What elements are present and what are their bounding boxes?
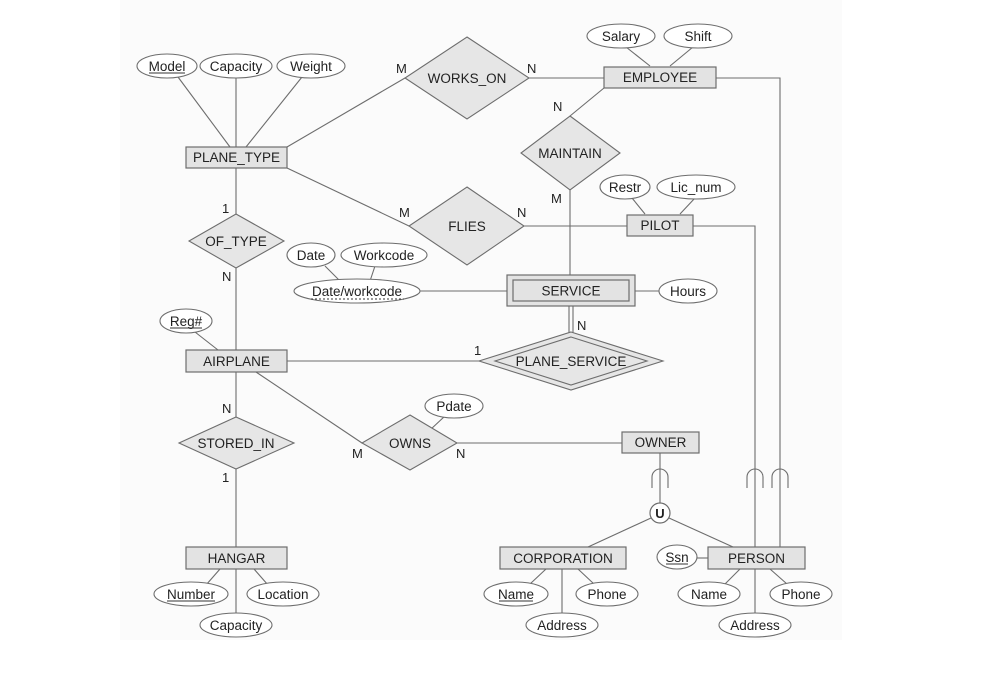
cardinality-label: N <box>222 401 231 416</box>
attribute-label: Reg# <box>170 314 203 329</box>
cardinality-label: N <box>517 205 526 220</box>
entity-label: SERVICE <box>541 284 600 299</box>
cardinality-label: M <box>352 446 363 461</box>
attribute-person-phone[interactable]: Phone <box>769 581 833 607</box>
entity-employee[interactable]: EMPLOYEE <box>603 66 717 89</box>
entity-person[interactable]: PERSON <box>707 546 806 570</box>
entity-label: PERSON <box>728 551 785 566</box>
entity-label: EMPLOYEE <box>623 70 697 85</box>
entity-airplane[interactable]: AIRPLANE <box>185 349 288 373</box>
cardinality-label: N <box>577 318 586 333</box>
attribute-hours[interactable]: Hours <box>658 278 718 304</box>
attribute-capacity[interactable]: Capacity <box>199 53 273 79</box>
attribute-lic-num[interactable]: Lic_num <box>656 174 736 200</box>
attribute-pdate[interactable]: Pdate <box>424 393 484 419</box>
attribute-restr[interactable]: Restr <box>599 174 651 200</box>
attribute-label: Phone <box>781 587 820 602</box>
entity-plane-type[interactable]: PLANE_TYPE <box>185 146 288 169</box>
attribute-label: Address <box>730 618 780 633</box>
attribute-model-key[interactable]: Model <box>136 53 198 79</box>
attribute-label: Date <box>297 248 326 263</box>
attribute-corporation-name-key[interactable]: Name <box>483 581 549 607</box>
cardinality-label: M <box>396 61 407 76</box>
attribute-corporation-address[interactable]: Address <box>525 612 599 638</box>
entity-pilot[interactable]: PILOT <box>626 214 694 237</box>
attribute-reg-key[interactable]: Reg# <box>159 308 213 334</box>
attribute-label: Capacity <box>210 618 263 633</box>
attribute-label: Pdate <box>436 399 471 414</box>
cardinality-label: M <box>551 191 562 206</box>
attribute-date[interactable]: Date <box>286 242 336 268</box>
cardinality-label: N <box>553 99 562 114</box>
attribute-label: Weight <box>290 59 332 74</box>
attribute-ssn-key[interactable]: Ssn <box>656 544 698 570</box>
attribute-label: Phone <box>587 587 626 602</box>
entity-corporation[interactable]: CORPORATION <box>499 546 627 570</box>
attribute-location[interactable]: Location <box>246 581 320 607</box>
attribute-person-name[interactable]: Name <box>677 581 741 607</box>
attribute-number-key[interactable]: Number <box>153 581 229 607</box>
attribute-label: Lic_num <box>670 180 721 195</box>
cardinality-label: 1 <box>222 201 229 216</box>
attribute-label: Address <box>537 618 587 633</box>
attribute-shift[interactable]: Shift <box>663 23 733 49</box>
attribute-label: Restr <box>609 180 642 195</box>
attribute-label: Model <box>149 59 186 74</box>
attribute-label: Date/workcode <box>312 284 402 299</box>
attribute-person-address[interactable]: Address <box>718 612 792 638</box>
attribute-label: Shift <box>684 29 711 44</box>
attribute-label: Number <box>167 587 216 602</box>
entity-label: OWNER <box>635 435 687 450</box>
cardinality-label: 1 <box>474 343 481 358</box>
attribute-hangar-capacity[interactable]: Capacity <box>199 612 273 638</box>
entity-service-weak[interactable]: SERVICE <box>506 274 636 307</box>
union-category-node[interactable]: U <box>649 502 671 524</box>
cardinality-label: 1 <box>222 470 229 485</box>
cardinality-label: N <box>527 61 536 76</box>
attribute-label: Name <box>691 587 727 602</box>
attribute-salary[interactable]: Salary <box>586 23 656 49</box>
entity-label: PILOT <box>640 218 679 233</box>
attribute-label: Workcode <box>354 248 415 263</box>
relationship-label: WORKS_ON <box>428 71 507 86</box>
cardinality-label: M <box>399 205 410 220</box>
er-diagram: PLANE_TYPE EMPLOYEE PILOT SERVICE AIRPLA… <box>120 0 842 640</box>
entity-owner[interactable]: OWNER <box>621 431 700 454</box>
attribute-weight[interactable]: Weight <box>276 53 346 79</box>
cardinality-label: N <box>222 269 231 284</box>
relationship-label: OF_TYPE <box>205 234 267 249</box>
relationship-label: MAINTAIN <box>538 146 602 161</box>
attribute-label: Hours <box>670 284 706 299</box>
relationship-label: OWNS <box>389 436 431 451</box>
cardinality-label: N <box>456 446 465 461</box>
attribute-date-workcode-partial-key[interactable]: Date/workcode <box>293 278 421 304</box>
attribute-workcode[interactable]: Workcode <box>340 242 428 268</box>
attribute-label: Name <box>498 587 534 602</box>
attribute-label: Capacity <box>210 59 263 74</box>
relationship-label: FLIES <box>448 219 486 234</box>
attribute-label: Location <box>257 587 308 602</box>
entity-label: CORPORATION <box>513 551 613 566</box>
attribute-label: Ssn <box>665 550 688 565</box>
attribute-label: Salary <box>602 29 641 44</box>
relationship-label: STORED_IN <box>197 436 274 451</box>
entity-label: HANGAR <box>208 551 266 566</box>
relationship-label: PLANE_SERVICE <box>516 354 627 369</box>
entity-label: PLANE_TYPE <box>193 150 280 165</box>
attribute-corporation-phone[interactable]: Phone <box>575 581 639 607</box>
union-label: U <box>655 506 664 521</box>
entity-label: AIRPLANE <box>203 354 270 369</box>
entity-hangar[interactable]: HANGAR <box>185 546 288 570</box>
